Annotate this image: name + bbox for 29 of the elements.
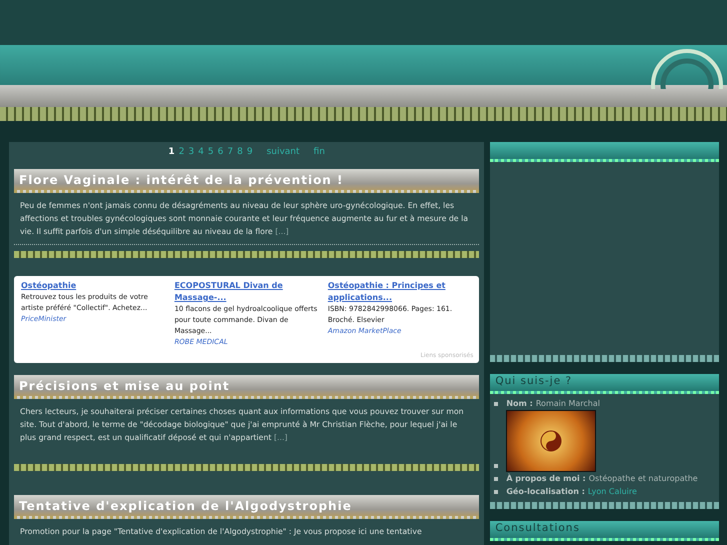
field-label: Géo-localisation : — [506, 487, 585, 496]
widget-title: Consultations — [490, 521, 719, 541]
page-link[interactable]: 7 — [227, 147, 234, 157]
last-link[interactable]: fin — [314, 147, 325, 157]
widget-title: Qui suis-je ? — [490, 374, 719, 394]
bullet-icon — [494, 490, 498, 494]
ad-title-link[interactable]: Ostéopathie — [21, 280, 166, 292]
field-value: Ostéopathe et naturopathe — [588, 474, 698, 483]
field-value: Romain Marchal — [536, 399, 600, 408]
field-label: À propos de moi : — [506, 474, 586, 483]
page-link[interactable]: 8 — [237, 147, 243, 157]
bullet-icon — [494, 477, 498, 481]
page-link[interactable]: 2 — [178, 147, 184, 157]
ad-title-link[interactable]: ECOPOSTURAL Divan de Massage-... — [174, 280, 320, 304]
page-link[interactable]: 3 — [188, 147, 194, 157]
field-link[interactable]: Lyon Caluire — [588, 487, 637, 496]
next-link[interactable]: suivant — [266, 147, 300, 157]
post-title[interactable]: Précisions et mise au point — [14, 375, 480, 399]
bullet-icon — [494, 402, 498, 406]
ad-title-link[interactable]: Ostéopathie : Principes et applications... — [328, 280, 474, 304]
page-link[interactable]: 5 — [208, 147, 214, 157]
bullet-icon — [494, 464, 498, 468]
field-label: Nom : — [506, 399, 533, 408]
page-link[interactable]: 1 — [168, 147, 175, 157]
page-link[interactable]: 9 — [246, 147, 253, 157]
post-title[interactable]: Flore Vaginale : intérêt de la prévention ! — [14, 169, 480, 193]
post-title[interactable]: Tentative d'explication de l'Algodystrophie — [14, 495, 480, 519]
page-link[interactable]: 4 — [198, 147, 204, 157]
page-link[interactable]: 6 — [218, 147, 224, 157]
